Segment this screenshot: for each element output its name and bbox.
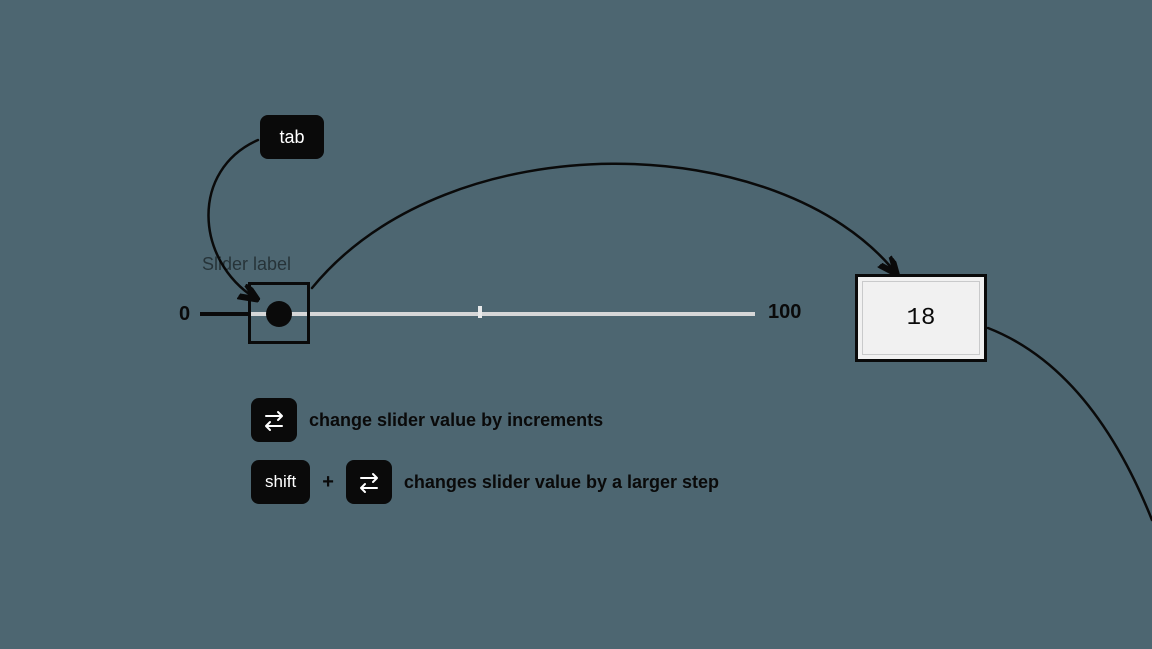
slider-label: Slider label — [202, 254, 291, 275]
slider-value: 18 — [862, 281, 980, 355]
arrow-keys-icon — [346, 460, 392, 504]
plus-symbol: + — [322, 471, 334, 494]
shift-key: shift — [251, 460, 310, 504]
slider-accessibility-diagram: tab Slider label 0 100 18 change slider … — [0, 0, 1152, 649]
hint-increment: change slider value by increments — [251, 398, 603, 442]
tab-key: tab — [260, 115, 324, 159]
tab-key-label: tab — [279, 127, 304, 148]
hint-increment-text: change slider value by increments — [309, 410, 603, 431]
hint-larger-step-text: changes slider value by a larger step — [404, 472, 719, 493]
slider-max-label: 100 — [768, 301, 801, 324]
arrow-keys-icon — [251, 398, 297, 442]
slider-tick — [478, 306, 482, 318]
slider-fill — [200, 312, 250, 316]
slider-value-input[interactable]: 18 — [855, 274, 987, 362]
slider-handle[interactable] — [266, 301, 292, 327]
hint-larger-step: shift + changes slider value by a larger… — [251, 460, 719, 504]
slider-min-label: 0 — [179, 303, 190, 326]
shift-key-label: shift — [265, 472, 296, 492]
